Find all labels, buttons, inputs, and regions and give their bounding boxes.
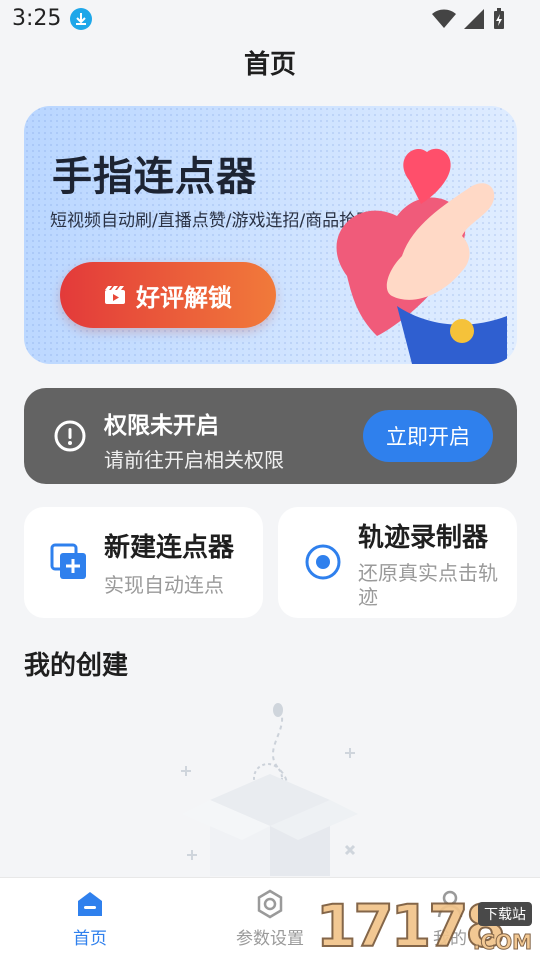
record-target-icon (305, 544, 341, 580)
watermark-domain: .COM (472, 930, 532, 955)
banner-title: 手指连点器 (52, 154, 257, 200)
promo-banner[interactable]: 手指连点器 短视频自动刷/直播点赞/游戏连招/商品抢购 好评解锁 (24, 106, 517, 364)
permission-card: 权限未开启 请前往开启相关权限 立即开启 (24, 388, 517, 484)
status-bar: 3:25 (0, 0, 540, 38)
settings-icon (257, 889, 283, 919)
alert-icon (54, 420, 86, 452)
unlock-button[interactable]: 好评解锁 (60, 262, 276, 328)
trace-recorder-title: 轨迹录制器 (358, 523, 489, 553)
new-clicker-description: 实现自动连点 (104, 573, 224, 597)
page-title: 首页 (243, 50, 296, 80)
unlock-button-label: 好评解锁 (136, 283, 232, 312)
add-copy-icon (50, 543, 86, 579)
nav-settings-label: 参数设置 (236, 929, 304, 949)
trace-recorder-card[interactable]: 轨迹录制器 还原真实点击轨迹 (278, 507, 517, 618)
empty-box-illustration (181, 703, 358, 876)
home-icon (78, 892, 102, 916)
battery-icon (494, 8, 504, 29)
my-creations-title: 我的创建 (24, 651, 129, 681)
watermark-tag: 下载站 (478, 902, 532, 926)
signal-icon (464, 9, 484, 29)
heart-hand-illustration (336, 148, 507, 364)
permission-title: 权限未开启 (104, 413, 219, 439)
new-clicker-card[interactable]: 新建连点器 实现自动连点 (24, 507, 263, 618)
permission-description: 请前往开启相关权限 (104, 448, 284, 472)
site-watermark: 17178 下载站 .COM (315, 880, 540, 961)
nav-settings[interactable]: 参数设置 (215, 888, 325, 949)
wifi-icon (432, 9, 456, 28)
trace-recorder-description: 还原真实点击轨迹 (358, 561, 498, 609)
new-clicker-title: 新建连点器 (104, 533, 235, 563)
download-icon (70, 8, 92, 30)
enable-permission-button[interactable]: 立即开启 (363, 410, 493, 462)
video-clap-icon (105, 286, 125, 304)
nav-home[interactable]: 首页 (35, 888, 145, 949)
status-time: 3:25 (12, 6, 62, 31)
nav-home-label: 首页 (73, 929, 107, 949)
